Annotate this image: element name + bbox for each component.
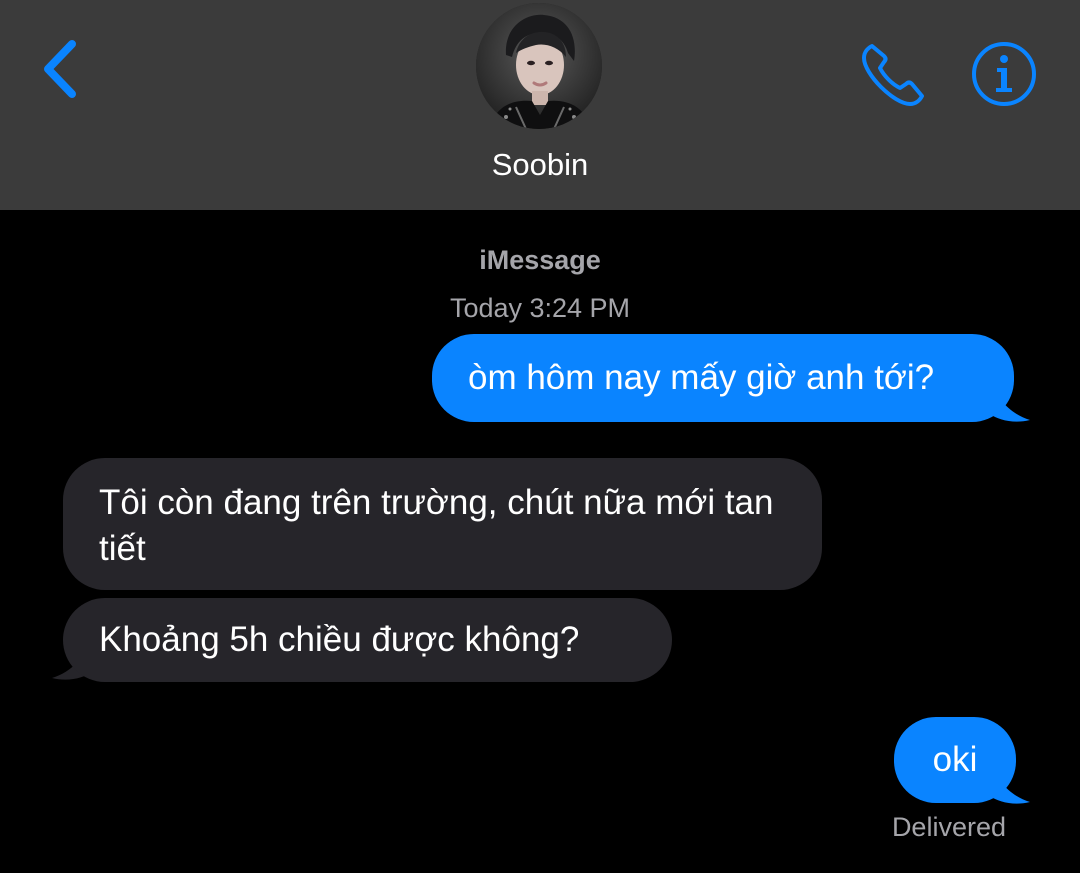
message-timestamp: Today 3:24 PM <box>449 293 631 323</box>
info-button[interactable] <box>970 40 1038 108</box>
conversation-header: Soobin <box>0 0 1080 210</box>
message-text: oki <box>932 740 978 779</box>
message-bubble-sent[interactable]: òm hôm nay mấy giờ anh tới? <box>432 334 1014 422</box>
chevron-left-icon <box>44 40 76 98</box>
message-bubble-received[interactable]: Tôi còn đang trên trường, chút nữa mới t… <box>63 458 822 590</box>
call-button[interactable] <box>858 38 930 110</box>
message-text: òm hôm nay mấy giờ anh tới? <box>468 358 935 397</box>
message-bubble-sent[interactable]: oki <box>894 717 1016 803</box>
back-button[interactable] <box>36 36 86 102</box>
delivery-status: Delivered <box>891 812 1006 842</box>
conversation-screen: Soobin iMessage Today 3:24 PM òm hôm nay… <box>0 0 1080 873</box>
message-text: Tôi còn đang trên trường, chút nữa mới t… <box>99 483 774 568</box>
service-label: iMessage <box>479 245 601 275</box>
info-icon <box>972 42 1036 106</box>
phone-icon <box>862 44 924 106</box>
avatar-photo <box>476 3 602 129</box>
contact-avatar[interactable] <box>476 3 602 129</box>
contact-name[interactable]: Soobin <box>0 146 1080 184</box>
message-bubble-received[interactable]: Khoảng 5h chiều được không? <box>63 598 672 682</box>
message-text: Khoảng 5h chiều được không? <box>99 620 580 659</box>
